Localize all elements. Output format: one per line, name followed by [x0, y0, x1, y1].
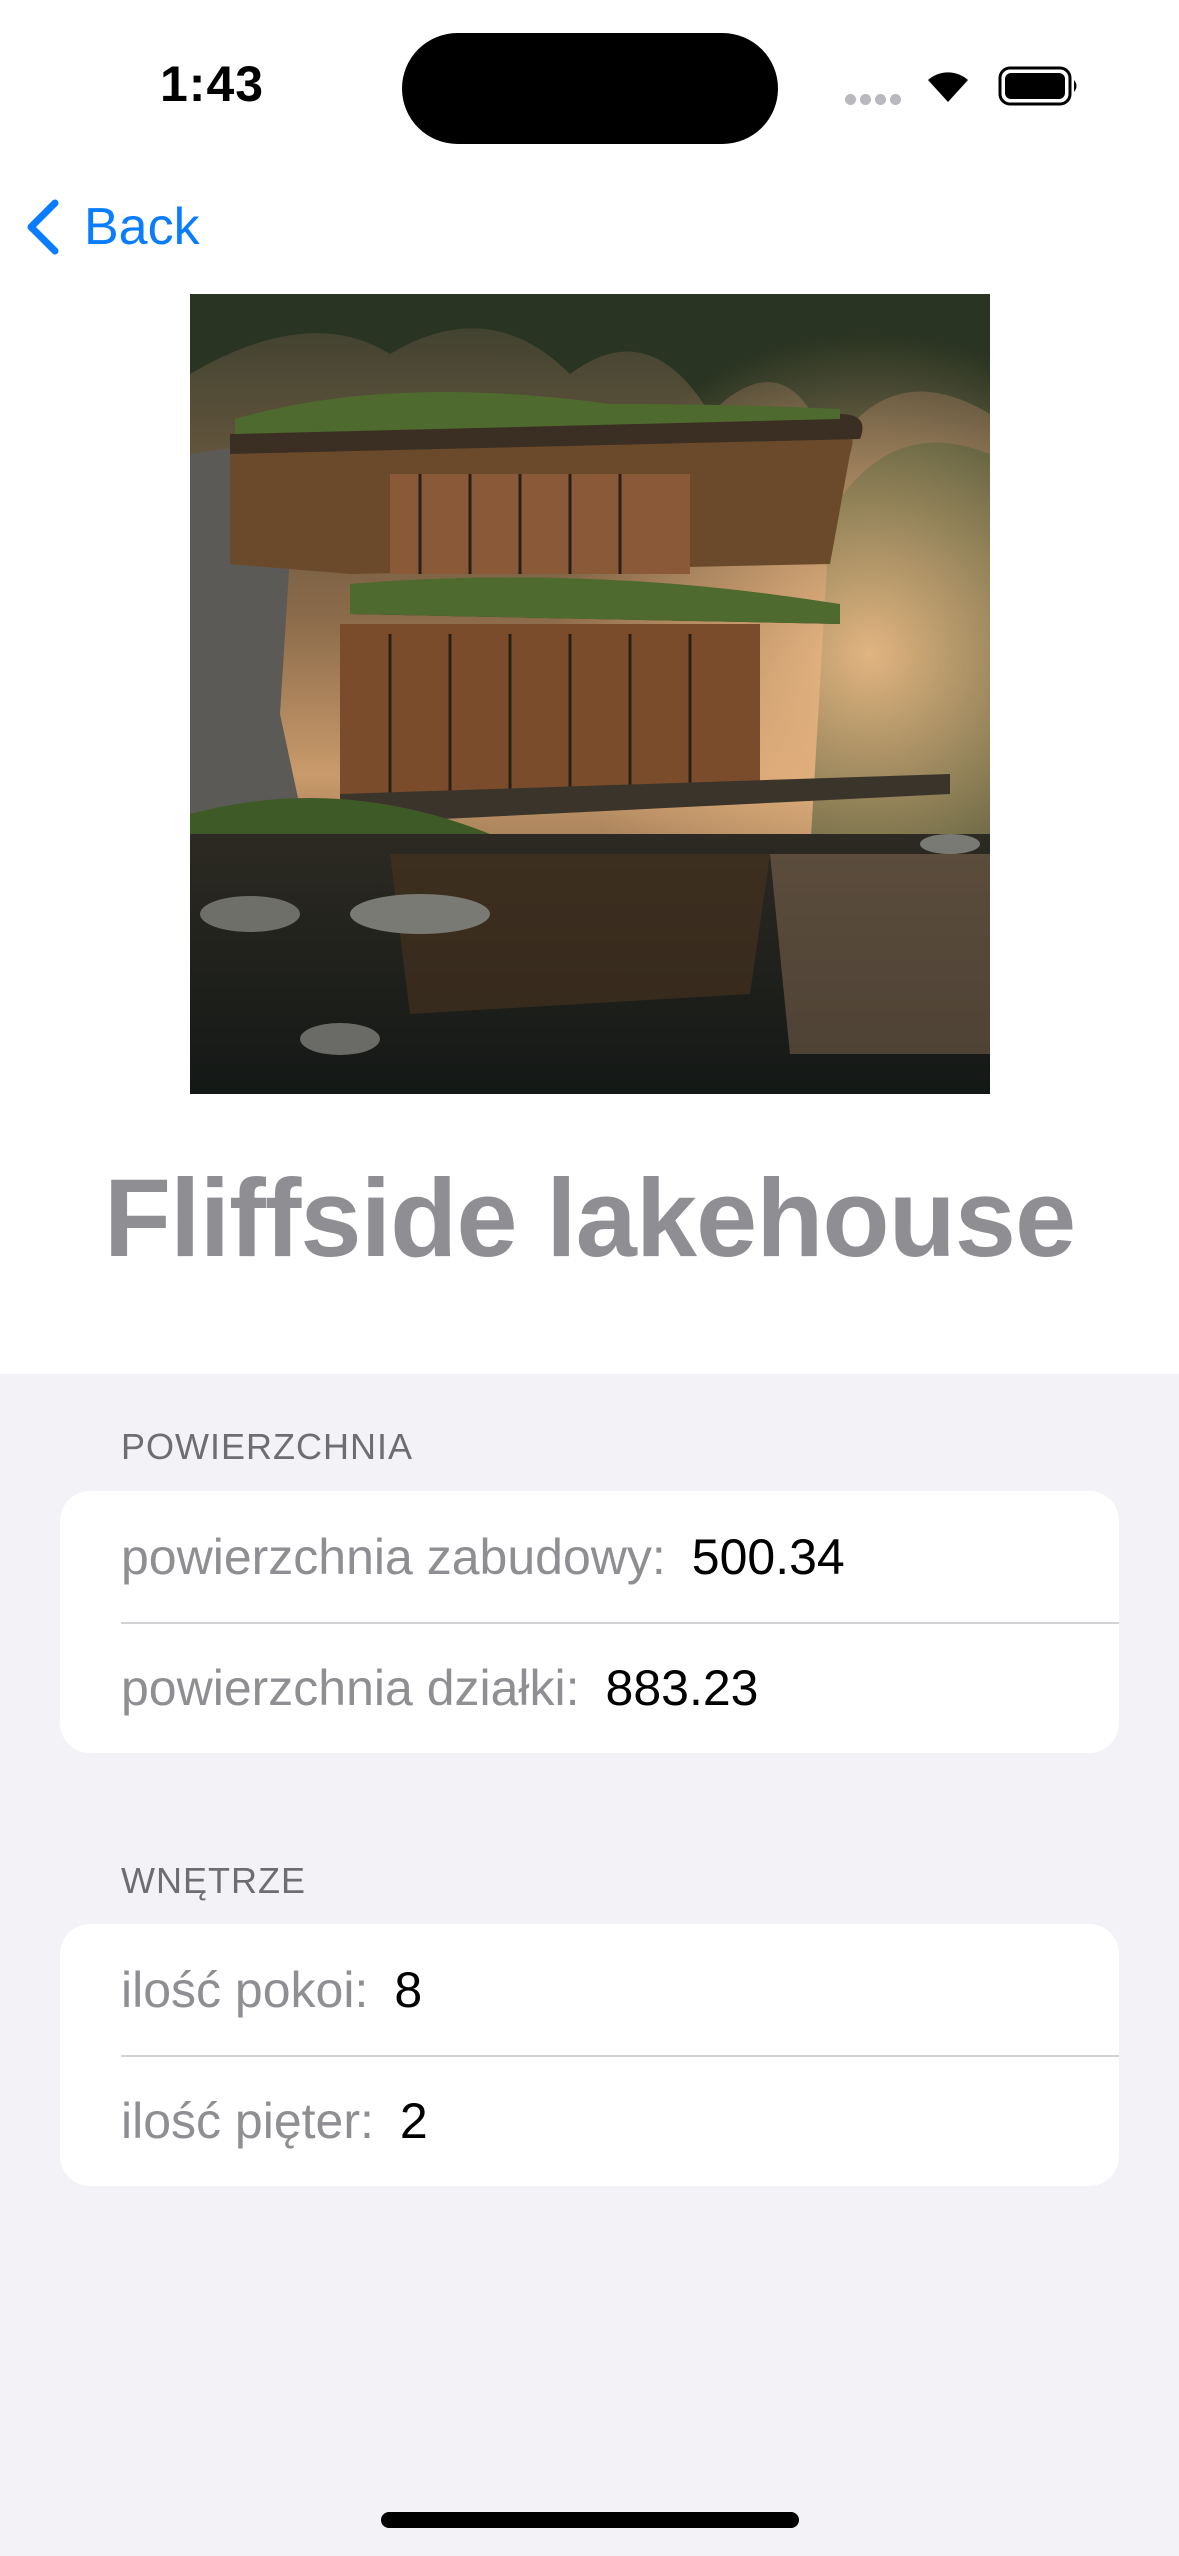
- row-label: powierzchnia zabudowy:: [121, 1528, 666, 1585]
- section-header-wnetrze: WNĘTRZE: [121, 1860, 306, 1901]
- back-button[interactable]: Back: [22, 192, 200, 262]
- row-value: 2: [399, 2092, 428, 2149]
- list-row-floors: ilość pięter: 2: [60, 2055, 1119, 2186]
- row-label: ilość pięter:: [121, 2092, 374, 2149]
- section-header-powierzchnia: POWIERZCHNIA: [121, 1426, 414, 1467]
- property-title: Fliffside lakehouse: [103, 1157, 1076, 1280]
- chevron-left-icon: [27, 199, 59, 255]
- list-row-plot-area: powierzchnia działki: 883.23: [60, 1622, 1119, 1753]
- list-row-rooms: ilość pokoi: 8: [60, 1924, 1119, 2055]
- home-indicator[interactable]: [381, 2512, 799, 2528]
- back-button-label: Back: [84, 198, 200, 256]
- list-row-building-area: powierzchnia zabudowy: 500.34: [60, 1491, 1119, 1622]
- status-bar-time: 1:43: [160, 56, 265, 112]
- row-value: 883.23: [605, 1659, 759, 1716]
- dynamic-island: [402, 33, 778, 144]
- wifi-icon: [928, 72, 968, 102]
- area-card: powierzchnia zabudowy: 500.34 powierzchn…: [60, 1491, 1119, 1753]
- row-label: ilość pokoi:: [121, 1961, 369, 2018]
- row-label: powierzchnia działki:: [121, 1659, 580, 1716]
- row-value: 8: [394, 1961, 423, 2018]
- property-photo: [190, 294, 990, 1094]
- row-value: 500.34: [691, 1528, 845, 1585]
- interior-card: ilość pokoi: 8 ilość pięter: 2: [60, 1924, 1119, 2186]
- battery-icon: [998, 66, 1077, 106]
